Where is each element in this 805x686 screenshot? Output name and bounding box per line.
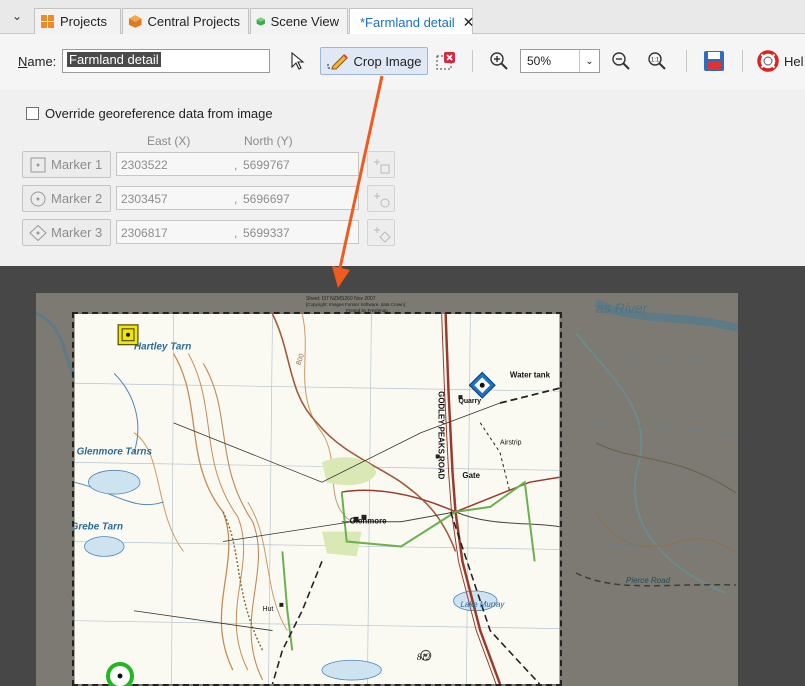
marker-label: Marker 3 xyxy=(51,225,103,240)
zoom-actual-size-button[interactable]: 1:1 xyxy=(644,47,670,75)
toolbar-separator xyxy=(472,50,473,72)
tab-list-chevron-button[interactable]: ⌄ xyxy=(6,9,28,27)
marker-1-button[interactable]: Marker 1 xyxy=(22,151,111,178)
map-label-pierce: Pierce Road xyxy=(626,576,671,585)
zoom-one-to-one-icon: 1:1 xyxy=(648,52,666,70)
tab-scene-view[interactable]: Scene View xyxy=(250,8,348,34)
override-georeference-checkbox[interactable]: Override georeference data from image xyxy=(26,106,273,121)
coordinate-separator: , xyxy=(234,226,238,240)
north-column-header: North (Y) xyxy=(244,134,293,148)
crop-pencil-icon xyxy=(327,54,348,70)
select-pointer-button[interactable] xyxy=(286,47,310,75)
scene-view-icon xyxy=(256,17,265,26)
zoom-out-button[interactable] xyxy=(608,47,634,75)
coordinate-separator: , xyxy=(234,192,238,206)
lifebuoy-help-icon xyxy=(757,50,779,72)
marker-label: Marker 1 xyxy=(51,157,103,172)
marker-label: Marker 2 xyxy=(51,191,103,206)
crop-image-button[interactable]: Crop Image xyxy=(320,47,428,75)
tab-farmland-detail[interactable]: *Farmland detail ✕ xyxy=(349,8,475,35)
coordinate-separator: , xyxy=(234,158,238,172)
map-header-line2: [Copyright: Images Forster Software, dat… xyxy=(306,302,405,307)
editor-tab-bar: ⌄ Projects Central Projects Scene View *… xyxy=(0,0,805,35)
tab-label: Projects xyxy=(60,14,107,29)
marker-north-value: 5699337 xyxy=(243,226,290,240)
map-marker-2[interactable] xyxy=(102,658,142,686)
projects-icon xyxy=(41,15,54,28)
toolbar-separator xyxy=(686,50,687,72)
marker-north-value: 5696697 xyxy=(243,192,290,206)
pointer-icon xyxy=(291,52,305,70)
map-label-quarry: Quarry xyxy=(458,398,481,405)
diamond-marker-icon xyxy=(29,224,47,241)
map-label-glenmore-tarns: Glenmore Tarns xyxy=(77,446,153,457)
clear-crop-icon xyxy=(436,52,455,70)
tab-label: Scene View xyxy=(270,14,339,29)
marker-2-button[interactable]: Marker 2 xyxy=(22,185,111,212)
save-button[interactable] xyxy=(700,47,728,75)
zoom-level-select[interactable]: 50% ⌄ xyxy=(520,49,600,73)
toolbar-separator xyxy=(742,50,743,72)
marker-3-coordinates-field[interactable]: 2306817 , 5699337 xyxy=(116,220,359,244)
zoom-in-icon xyxy=(490,52,508,70)
map-label-godley-peaks-road: GODLEY PEAKS ROAD xyxy=(437,391,446,479)
svg-text:1:1: 1:1 xyxy=(651,58,660,64)
clear-crop-button[interactable] xyxy=(433,47,459,75)
map-label-spot-height: 812 xyxy=(417,652,431,662)
image-viewport[interactable]: as River Pierce Road Sheet: I37 NZMS260 … xyxy=(0,266,805,686)
name-label: Name: xyxy=(18,54,57,69)
save-disk-icon xyxy=(704,51,724,71)
marker-2-pick-location-button[interactable] xyxy=(367,185,395,212)
zoom-in-button[interactable] xyxy=(486,47,512,75)
crop-image-label: Crop Image xyxy=(353,53,422,69)
pick-diamond-location-icon xyxy=(374,227,391,243)
zoom-out-icon xyxy=(612,52,630,70)
east-column-header: East (X) xyxy=(147,134,191,148)
map-label-grebe-tarn: Grebe Tarn xyxy=(72,522,123,533)
name-input-value: Farmland detail xyxy=(67,52,161,67)
close-tab-icon[interactable]: ✕ xyxy=(463,14,475,31)
tab-label: Central Projects xyxy=(147,14,240,29)
georeference-panel: Override georeference data from image Ea… xyxy=(0,90,805,266)
override-georeference-label: Override georeference data from image xyxy=(45,106,273,121)
help-button[interactable] xyxy=(754,47,782,75)
central-projects-icon xyxy=(128,15,142,28)
tab-central-projects[interactable]: Central Projects xyxy=(122,8,249,34)
image-toolbar: Name: Farmland detail Crop Image 50% ⌄ 1… xyxy=(0,34,805,90)
map-label-airstrip: Airstrip xyxy=(500,440,522,447)
marker-east-value: 2306817 xyxy=(121,226,168,240)
map-label-river: as River xyxy=(596,300,649,316)
tab-label: *Farmland detail xyxy=(360,14,455,30)
map-label-hut: Hut xyxy=(263,606,274,613)
tab-projects[interactable]: Projects xyxy=(34,8,121,34)
help-label: Hel xyxy=(784,54,804,69)
square-marker-icon xyxy=(30,157,46,172)
marker-north-value: 5699767 xyxy=(243,158,290,172)
map-label-lake-murray: Lake Murray xyxy=(460,600,505,609)
map-label-hartley-tarn: Hartley Tarn xyxy=(134,342,191,353)
marker-1-coordinates-field[interactable]: 2303522 , 5699767 xyxy=(116,152,359,176)
map-crop-region[interactable]: Hartley Tarn Water tank Quarry Airstrip … xyxy=(72,312,562,686)
marker-2-coordinates-field[interactable]: 2303457 , 5696697 xyxy=(116,186,359,210)
map-label-glenmore: Glenmore xyxy=(350,517,388,526)
marker-3-pick-location-button[interactable] xyxy=(367,219,395,246)
map-label-gate: Gate xyxy=(462,471,480,480)
marker-east-value: 2303457 xyxy=(121,192,168,206)
pick-square-location-icon xyxy=(374,159,390,174)
marker-3-button[interactable]: Marker 3 xyxy=(22,219,111,246)
map-label-water-tank: Water tank xyxy=(510,370,551,379)
marker-1-pick-location-button[interactable] xyxy=(367,151,395,178)
chevron-down-icon[interactable]: ⌄ xyxy=(579,50,599,72)
zoom-level-value: 50% xyxy=(527,54,552,68)
map-marker-1[interactable] xyxy=(117,324,139,346)
marker-east-value: 2303522 xyxy=(121,158,168,172)
circle-marker-icon xyxy=(30,191,46,206)
checkbox-box[interactable] xyxy=(26,107,39,120)
name-input[interactable]: Farmland detail xyxy=(62,49,270,73)
pick-circle-location-icon xyxy=(374,193,390,208)
